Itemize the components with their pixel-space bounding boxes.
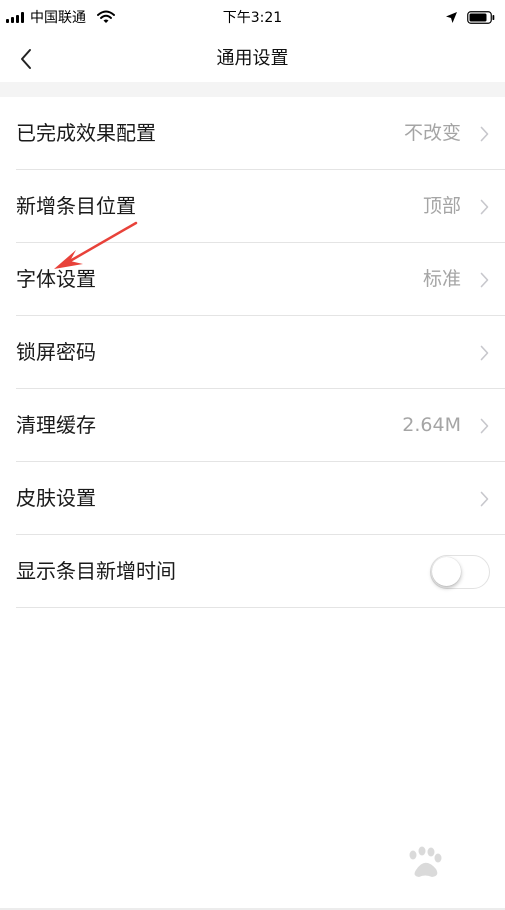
chevron-right-icon (480, 126, 489, 142)
show-add-time-toggle[interactable] (430, 555, 490, 589)
status-bar: 中国联通 下午3:21 (0, 0, 505, 36)
toggle-knob (432, 557, 461, 586)
setting-value: 标准 (422, 268, 461, 290)
setting-value: 2.64M (402, 414, 461, 436)
setting-row-new-item-position[interactable]: 新增条目位置 顶部 (16, 170, 505, 243)
chevron-right-icon (480, 272, 489, 288)
navigation-bar: 通用设置 (0, 36, 505, 82)
setting-value: 顶部 (422, 195, 461, 217)
setting-value: 不改变 (403, 122, 461, 144)
location-arrow-icon (446, 12, 457, 23)
battery-icon (467, 11, 495, 24)
screen: 中国联通 下午3:21 通用设置 已完成效果配置 不改变 新增条目位置 顶部 字… (0, 0, 505, 910)
baidu-paw-icon (409, 846, 442, 877)
setting-row-font[interactable]: 字体设置 标准 (16, 243, 505, 316)
setting-row-show-add-time: 显示条目新增时间 (16, 535, 505, 608)
chevron-right-icon (480, 345, 489, 361)
chevron-right-icon (480, 199, 489, 215)
section-gap (0, 82, 505, 97)
setting-row-clear-cache[interactable]: 清理缓存 2.64M (16, 389, 505, 462)
setting-label: 显示条目新增时间 (16, 559, 176, 583)
setting-row-skin[interactable]: 皮肤设置 (16, 462, 505, 535)
chevron-right-icon (480, 418, 489, 434)
setting-row-completed-effect[interactable]: 已完成效果配置 不改变 (16, 97, 505, 170)
chevron-right-icon (480, 491, 489, 507)
settings-list: 已完成效果配置 不改变 新增条目位置 顶部 字体设置 标准 锁屏密码 清理缓存 … (0, 97, 505, 608)
page-title: 通用设置 (216, 48, 289, 69)
setting-label: 清理缓存 (16, 413, 96, 437)
setting-label: 已完成效果配置 (16, 121, 156, 145)
setting-label: 新增条目位置 (16, 194, 136, 218)
setting-label: 字体设置 (16, 267, 96, 291)
setting-label: 锁屏密码 (16, 340, 96, 364)
setting-row-lock-password[interactable]: 锁屏密码 (16, 316, 505, 389)
status-time: 下午3:21 (222, 10, 283, 26)
setting-label: 皮肤设置 (16, 486, 96, 510)
